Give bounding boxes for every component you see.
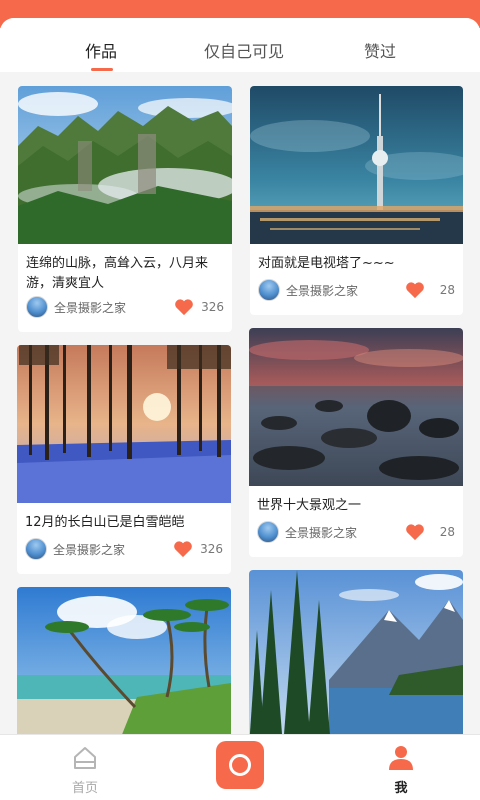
like-count: 326 <box>201 300 224 314</box>
post-title: 12月的长白山已是白雪皑皑 <box>25 515 185 530</box>
nav-home[interactable]: 首页 <box>45 735 125 800</box>
avatar[interactable] <box>258 279 280 301</box>
tab-works[interactable]: 作品 <box>41 38 161 62</box>
tab-private[interactable]: 仅自己可见 <box>184 38 304 62</box>
like-count: 28 <box>439 283 455 297</box>
like-count: 28 <box>439 525 455 539</box>
post-title: 连绵的山脉，高耸入云，八月来游，清爽宜人 <box>26 256 209 291</box>
post-card[interactable] <box>249 570 463 747</box>
post-meta: 全景摄影之家 28 <box>257 521 455 543</box>
tab-liked[interactable]: 赞过 <box>320 38 440 62</box>
home-icon[interactable] <box>72 745 98 771</box>
author-name[interactable]: 全景摄影之家 <box>285 524 357 541</box>
author-name[interactable]: 全景摄影之家 <box>53 541 125 558</box>
tab-indicator <box>91 68 113 71</box>
post-image-mountains[interactable] <box>18 86 232 244</box>
like-control[interactable]: 326 <box>164 298 224 316</box>
like-count: 326 <box>200 542 223 556</box>
post-meta: 全景摄影之家 28 <box>258 279 455 301</box>
avatar[interactable] <box>26 296 48 318</box>
post-image-snow-forest[interactable] <box>17 345 231 503</box>
nav-home-label: 首页 <box>71 781 98 796</box>
post-image-mountain-lake[interactable] <box>249 570 463 747</box>
like-control[interactable]: 28 <box>395 281 455 299</box>
camera-button[interactable] <box>216 741 264 789</box>
post-title: 世界十大景观之一 <box>257 498 362 513</box>
heart-icon[interactable] <box>405 523 425 541</box>
post-title: 对面就是电视塔了~~~ <box>258 256 395 271</box>
post-card[interactable]: 连绵的山脉，高耸入云，八月来游，清爽宜人 全景摄影之家 326 <box>18 86 232 332</box>
person-icon[interactable] <box>387 744 415 772</box>
avatar[interactable] <box>257 521 279 543</box>
like-control[interactable]: 326 <box>163 540 223 558</box>
post-meta: 全景摄影之家 326 <box>25 538 223 560</box>
camera-icon <box>229 754 251 776</box>
post-card[interactable]: 12月的长白山已是白雪皑皑 全景摄影之家 326 <box>17 345 231 574</box>
nav-me-label: 我 <box>394 781 408 796</box>
bottom-nav: 首页 我 <box>0 734 480 800</box>
post-image-beach[interactable] <box>17 587 231 747</box>
author-name[interactable]: 全景摄影之家 <box>54 299 126 316</box>
heart-icon[interactable] <box>405 281 425 299</box>
author-name[interactable]: 全景摄影之家 <box>286 282 358 299</box>
post-card[interactable] <box>17 587 231 747</box>
post-image-rocky-coast[interactable] <box>249 328 463 486</box>
like-control[interactable]: 28 <box>395 523 455 541</box>
nav-me[interactable]: 我 <box>361 735 441 800</box>
heart-icon[interactable] <box>174 298 194 316</box>
post-meta: 全景摄影之家 326 <box>26 296 224 318</box>
post-image-tv-tower[interactable] <box>250 86 463 244</box>
avatar[interactable] <box>25 538 47 560</box>
tab-bar: 作品 仅自己可见 赞过 <box>0 18 480 72</box>
post-card[interactable]: 世界十大景观之一 全景摄影之家 28 <box>249 328 463 557</box>
heart-icon[interactable] <box>173 540 193 558</box>
post-card[interactable]: 对面就是电视塔了~~~ 全景摄影之家 28 <box>250 86 463 315</box>
